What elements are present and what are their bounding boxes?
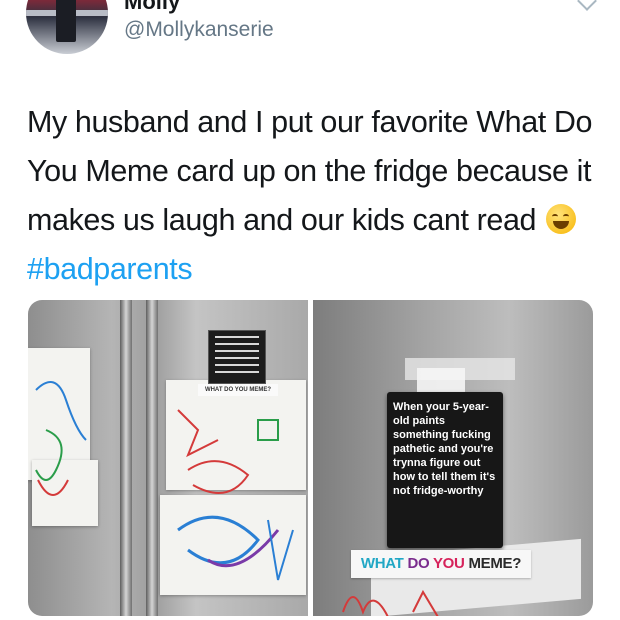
banner-word: WHAT [360,555,404,572]
user-handle[interactable]: @Mollykanserie [124,18,274,42]
banner-word: DO [407,555,430,572]
laughing-emoji-icon [546,204,577,234]
meme-card-text: When your 5-year-old paints something fu… [393,401,496,497]
crayon-scribbles [35,381,294,581]
display-name[interactable]: Molly [124,0,180,14]
chevron-down-icon[interactable] [577,0,597,11]
tweet-photo-right[interactable]: When your 5-year-old paints something fu… [313,300,593,616]
tweet-photo-left[interactable]: WHAT DO YOU MEME? [28,300,308,616]
hashtag-link[interactable]: #badparents [27,252,193,286]
tweet-text: My husband and I put our favorite What D… [27,98,597,294]
avatar-person [56,0,76,42]
crayon-scribbles [342,589,439,616]
tweet-body: My husband and I put our favorite What D… [27,105,593,237]
banner-word: YOU [432,555,465,572]
banner-word: MEME? [468,555,522,572]
avatar[interactable] [26,0,108,54]
